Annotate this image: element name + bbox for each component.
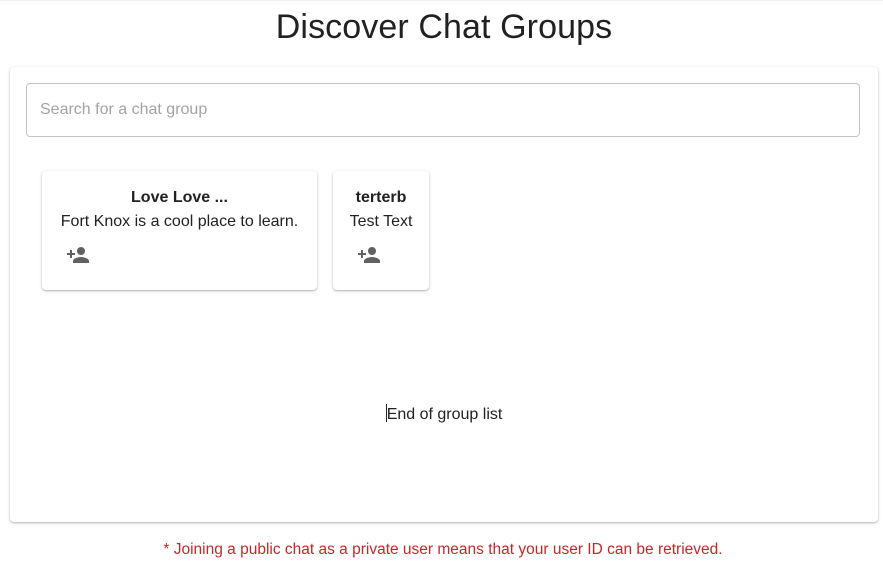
page-title: Discover Chat Groups	[275, 8, 613, 46]
end-of-list-label: End of group list	[386, 406, 503, 423]
group-name: Love Love ...	[131, 189, 228, 206]
search-input[interactable]	[26, 83, 860, 137]
group-description: Test Text	[349, 213, 413, 230]
person-add-icon	[67, 247, 89, 263]
person-add-icon	[358, 247, 380, 263]
page: Discover Chat Groups Love Love ... Fort …	[0, 0, 883, 580]
join-group-button[interactable]	[58, 238, 98, 272]
group-card[interactable]: terterb Test Text	[333, 171, 429, 290]
join-group-button[interactable]	[349, 238, 389, 272]
group-card[interactable]: Love Love ... Fort Knox is a cool place …	[42, 171, 317, 290]
top-divider	[0, 0, 883, 1]
group-description: Fort Knox is a cool place to learn.	[60, 213, 299, 230]
end-of-list-text: End of group list	[10, 404, 878, 424]
privacy-notice: * Joining a public chat as a private use…	[163, 541, 723, 558]
group-name: terterb	[355, 189, 407, 206]
groups-panel: Love Love ... Fort Knox is a cool place …	[10, 67, 878, 522]
